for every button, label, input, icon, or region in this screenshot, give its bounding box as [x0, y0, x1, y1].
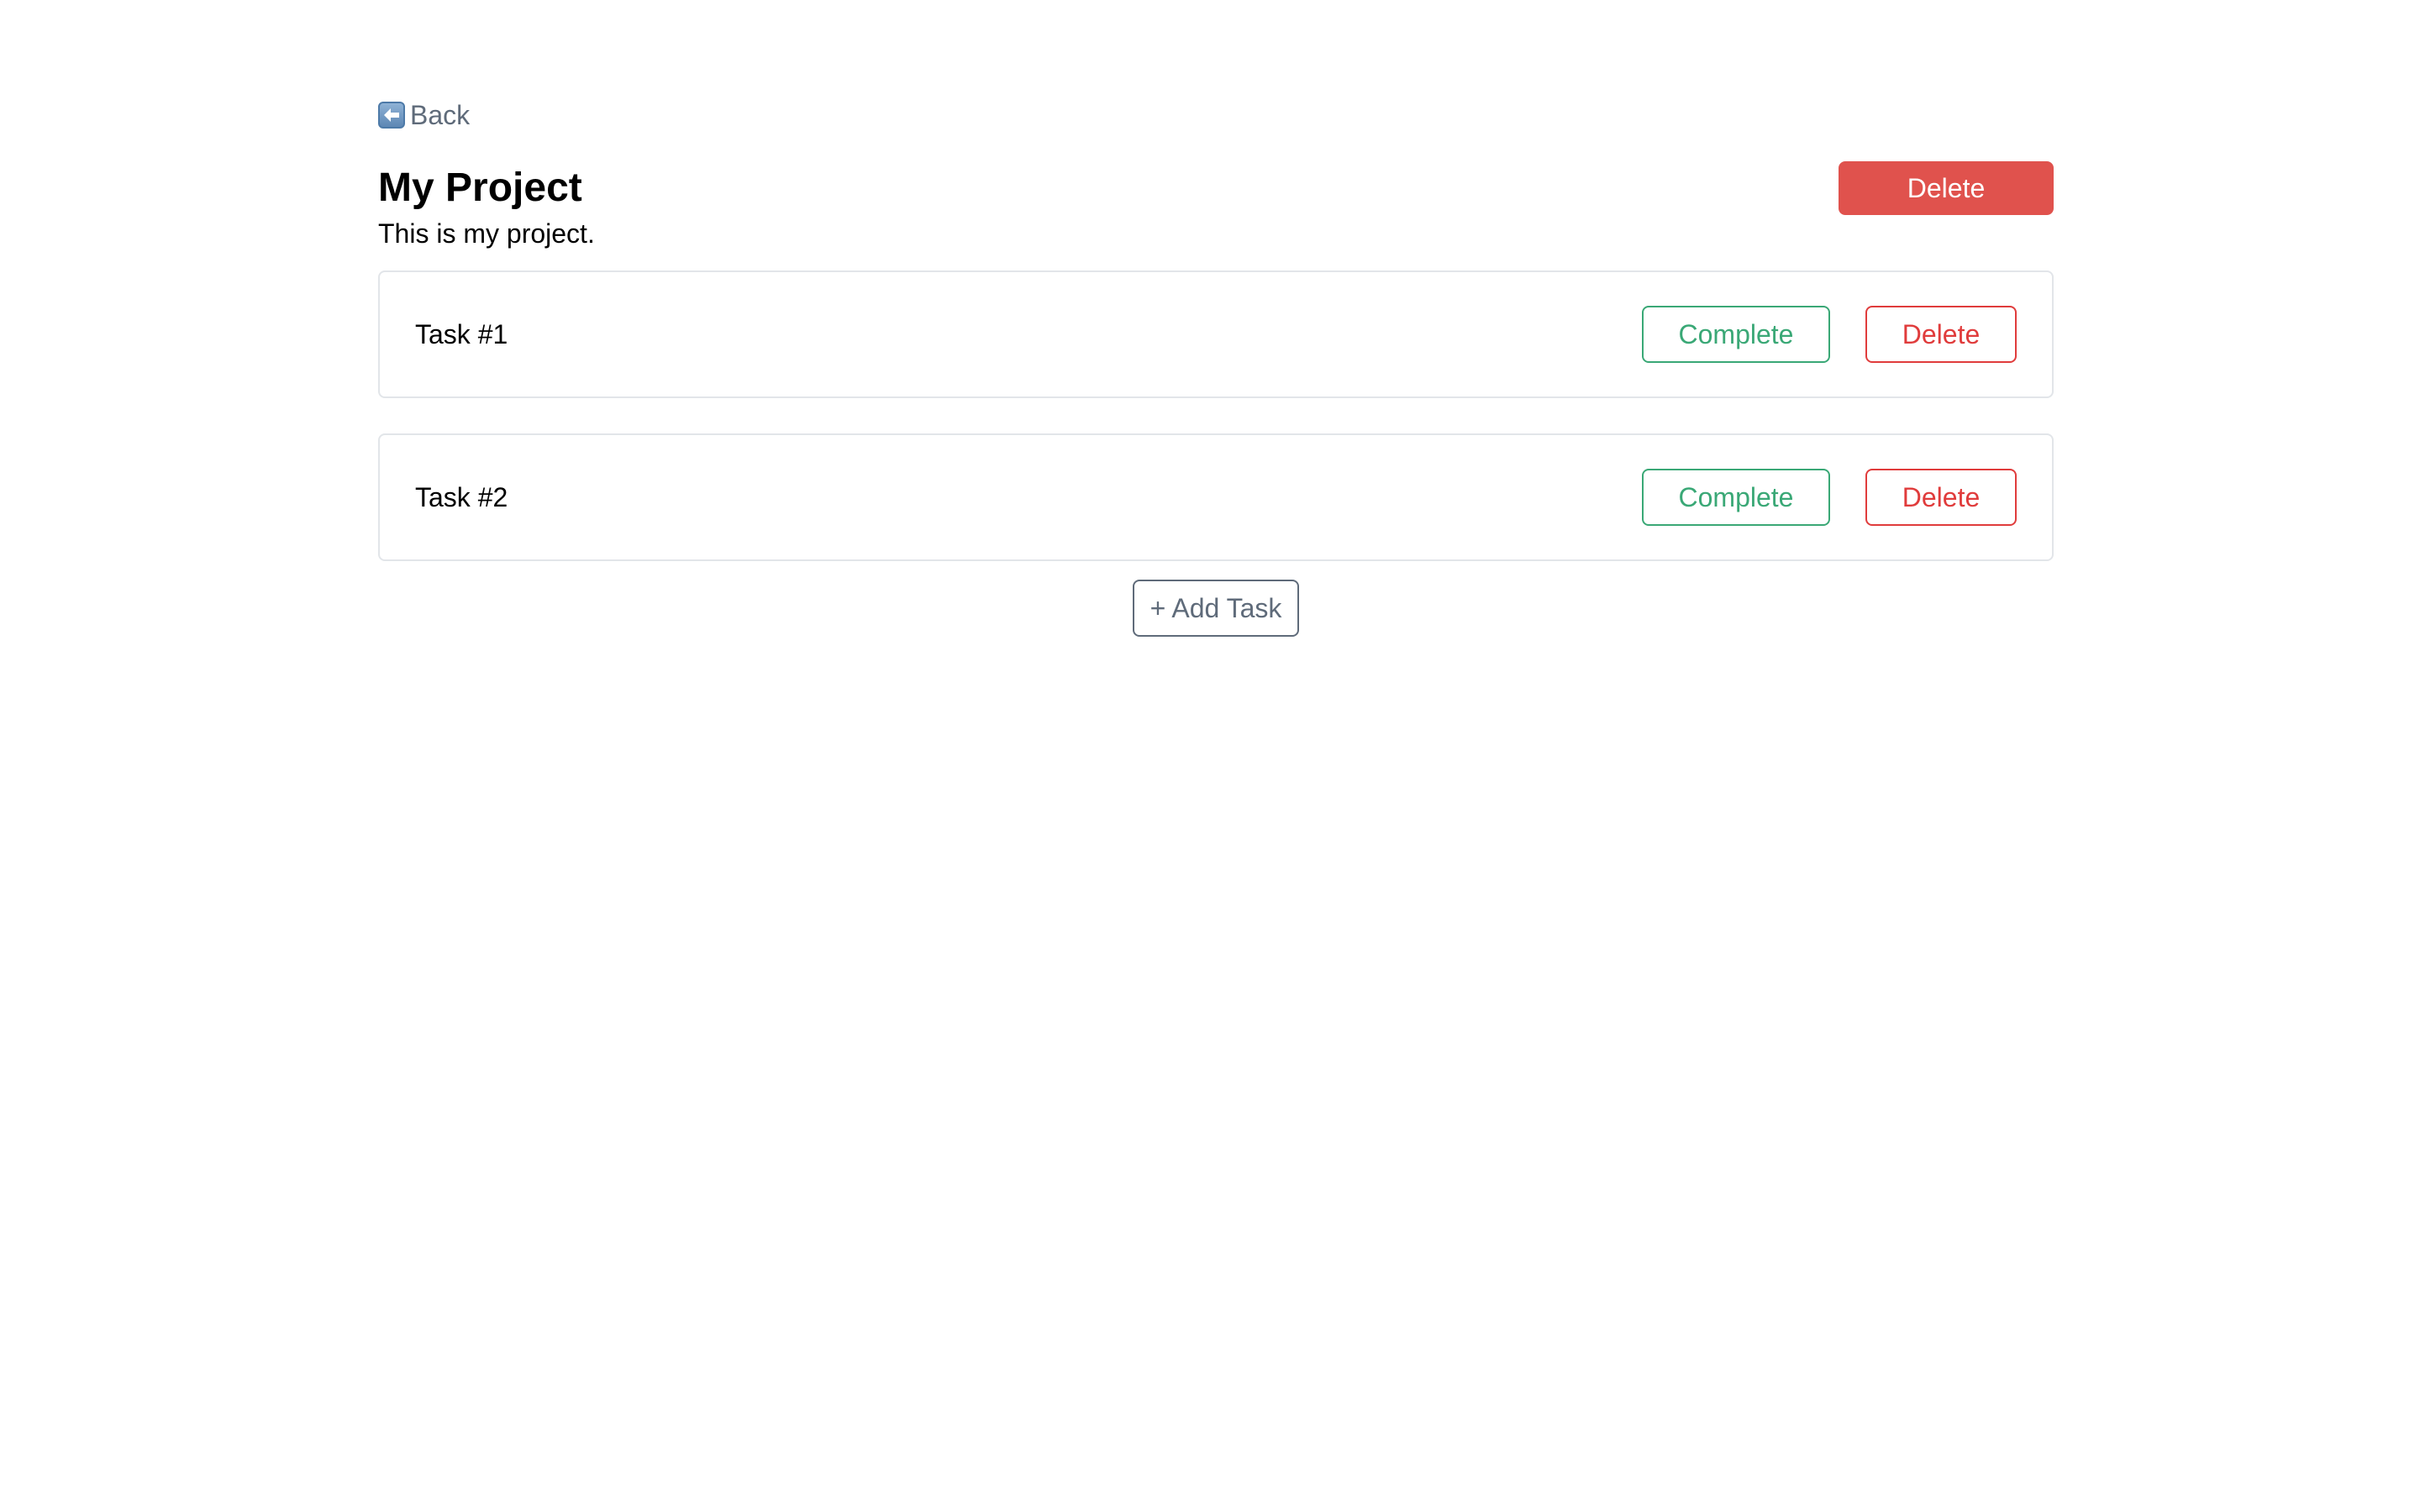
left-arrow-icon	[378, 102, 405, 129]
page-title: My Project	[378, 165, 582, 210]
back-label: Back	[410, 99, 471, 130]
task-list: Task #1 Complete Delete Task #2 Complete…	[378, 270, 2054, 561]
task-label: Task #2	[415, 482, 508, 512]
add-task-button[interactable]: + Add Task	[1133, 580, 1299, 637]
task-card: Task #1 Complete Delete	[378, 270, 2054, 398]
task-card: Task #2 Complete Delete	[378, 433, 2054, 561]
project-page: Back My Project This is my project. Dele…	[0, 0, 2420, 1512]
project-description: This is my project.	[378, 218, 595, 249]
task-actions: Complete Delete	[1642, 469, 2017, 526]
add-task-row: + Add Task	[378, 580, 2054, 637]
project-container: Back My Project This is my project. Dele…	[378, 94, 2054, 637]
project-header: My Project This is my project. Delete	[378, 161, 2054, 260]
complete-task-button[interactable]: Complete	[1642, 469, 1830, 526]
delete-task-button[interactable]: Delete	[1865, 306, 2017, 363]
back-link[interactable]: Back	[378, 94, 470, 136]
delete-project-button[interactable]: Delete	[1839, 161, 2054, 215]
task-label: Task #1	[415, 319, 508, 349]
task-actions: Complete Delete	[1642, 306, 2017, 363]
complete-task-button[interactable]: Complete	[1642, 306, 1830, 363]
delete-task-button[interactable]: Delete	[1865, 469, 2017, 526]
